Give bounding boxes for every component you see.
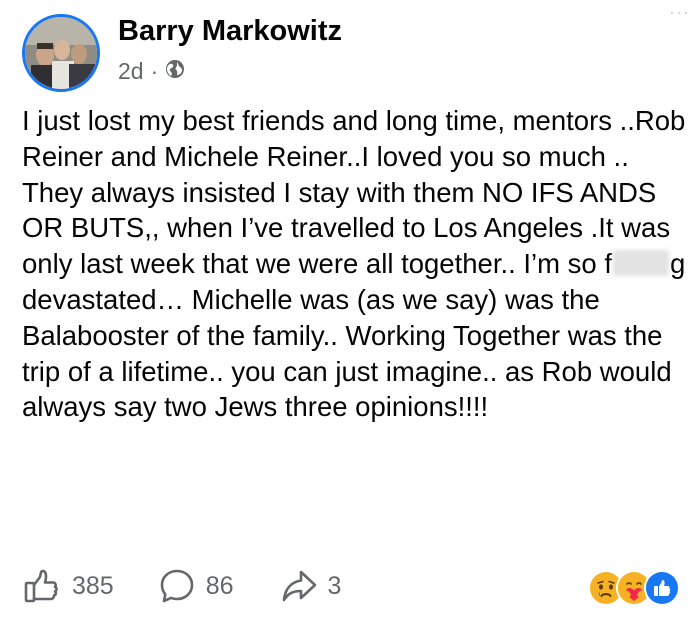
share-button[interactable]: 3 [280,567,342,605]
more-options-button[interactable]: ··· [669,2,690,23]
comment-count: 86 [205,571,234,600]
post-text-part-1: I just lost my best friends and long tim… [22,105,686,280]
avatar-photo [25,17,97,89]
like-reaction-icon [644,570,680,606]
comment-button[interactable]: 86 [158,567,234,605]
post-text: I just lost my best friends and long tim… [22,103,692,425]
like-icon [22,566,62,606]
like-button[interactable]: 385 [22,566,114,606]
comment-icon [158,567,196,605]
like-count: 385 [72,571,114,600]
share-icon [280,567,318,605]
post-age[interactable]: 2d [118,58,144,85]
author-name[interactable]: Barry Markowitz [118,15,342,48]
post-meta: 2d · [118,58,185,85]
reaction-summary[interactable] [588,570,680,606]
blurred-redaction [613,250,670,277]
action-bar: 385 86 3 [22,566,341,606]
globe-icon[interactable] [165,58,185,85]
meta-separator: · [150,58,159,84]
avatar[interactable] [22,14,100,92]
share-count: 3 [327,571,342,600]
